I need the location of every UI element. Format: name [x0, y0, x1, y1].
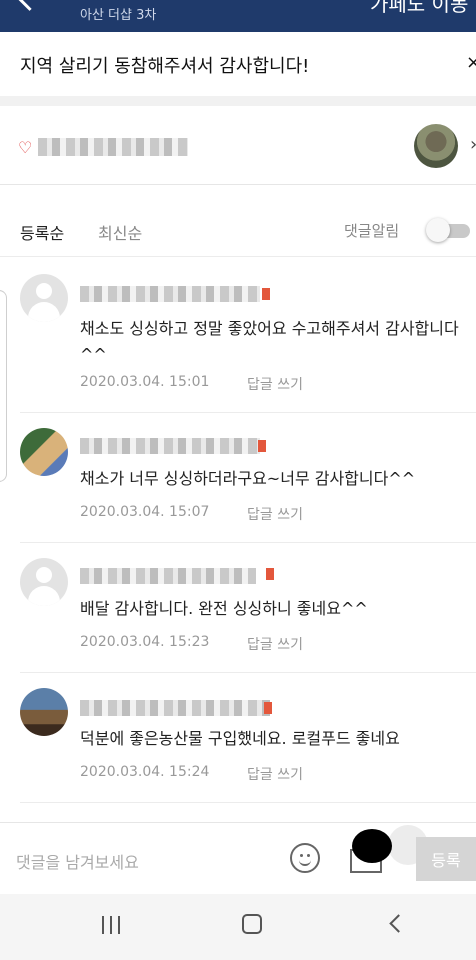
blur-artifact	[262, 288, 270, 300]
close-icon[interactable]: ×	[466, 52, 476, 73]
divider	[20, 802, 476, 803]
blur-artifact	[266, 568, 274, 580]
submit-button[interactable]: 등록	[416, 837, 476, 881]
comment-date: 2020.03.04. 15:23	[80, 634, 210, 650]
notice-text: 지역 살리기 동참해주셔서 감사합니다!	[20, 56, 310, 77]
blur-artifact	[264, 702, 272, 714]
author-avatar[interactable]	[414, 124, 458, 168]
avatar[interactable]	[20, 428, 68, 476]
comment-text: 덕분에 좋은농산물 구입했네요. 로컬푸드 좋네요	[80, 729, 400, 748]
sort-by-registration[interactable]: 등록순	[20, 220, 64, 244]
recent-apps-icon[interactable]	[100, 916, 122, 934]
comment-notification-label: 댓글알림	[344, 222, 400, 240]
comment-date: 2020.03.04. 15:07	[80, 504, 210, 520]
comment-input[interactable]: 댓글을 남겨보세요	[16, 849, 139, 873]
heart-icon[interactable]: ♡	[18, 138, 32, 157]
comment-composer: 댓글을 남겨보세요 등록	[0, 822, 476, 895]
blur-artifact	[258, 440, 266, 452]
divider	[20, 412, 476, 413]
notice-banner: 지역 살리기 동참해주셔서 감사합니다! ×	[0, 32, 476, 96]
commenter-name-blurred	[80, 438, 260, 454]
comment-text: 배달 감사합니다. 완전 싱싱하니 좋네요^^	[80, 599, 368, 618]
sort-by-latest[interactable]: 최신순	[98, 220, 142, 244]
comment-sort-bar: 등록순 최신순 댓글알림	[0, 206, 476, 250]
reply-link[interactable]: 답글 쓰기	[247, 764, 303, 784]
divider	[0, 256, 476, 257]
back-icon[interactable]	[389, 914, 408, 933]
post-author-row[interactable]: ♡ ›	[0, 106, 476, 185]
header-subtitle: 아산 더샵 3차	[80, 8, 157, 23]
reply-link[interactable]: 답글 쓰기	[247, 374, 303, 394]
reply-link[interactable]: 답글 쓰기	[247, 634, 303, 654]
system-nav-bar	[0, 894, 476, 960]
app-header: 아산 더샵 3차 가페도 이동	[0, 0, 476, 32]
home-icon[interactable]	[242, 914, 262, 934]
toggle-knob	[426, 218, 450, 242]
divider	[20, 542, 476, 543]
commenter-name-blurred	[80, 286, 260, 302]
header-title: 가페도 이동	[370, 0, 469, 16]
avatar[interactable]	[20, 688, 68, 736]
back-arrow-icon[interactable]	[16, 0, 43, 11]
chevron-right-icon[interactable]: ›	[470, 134, 476, 155]
divider	[20, 672, 476, 673]
avatar[interactable]	[20, 274, 68, 322]
section-divider	[0, 96, 476, 106]
comment-text: 채소가 너무 싱싱하더라구요~너무 감사합니다^^	[80, 469, 416, 488]
commenter-name-blurred	[80, 700, 270, 716]
reply-link[interactable]: 답글 쓰기	[247, 504, 303, 524]
comment-notification-toggle[interactable]	[424, 218, 470, 244]
comment-date: 2020.03.04. 15:01	[80, 374, 210, 390]
emoji-icon[interactable]	[290, 843, 320, 873]
edge-panel-handle[interactable]	[0, 290, 7, 482]
overlay-artifact	[352, 829, 392, 863]
commenter-name-blurred	[80, 568, 256, 584]
author-name-blurred	[38, 138, 188, 156]
comment-date: 2020.03.04. 15:24	[80, 764, 210, 780]
avatar[interactable]	[20, 558, 68, 606]
comment-text: 채소도 싱싱하고 정말 좋았어요 수고해주셔서 감사합니다 ^^	[80, 319, 459, 364]
